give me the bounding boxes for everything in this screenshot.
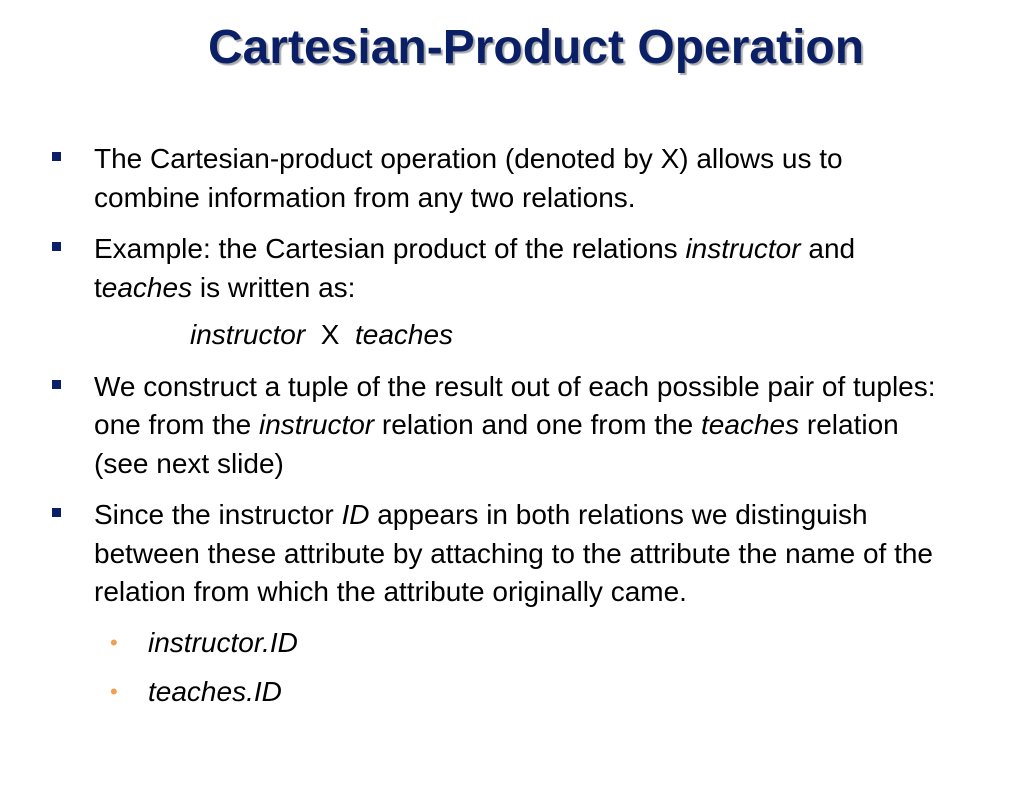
sub-bullet-list: • instructor.ID • teaches.ID: [52, 624, 952, 712]
sub-bullet-text: teaches.ID: [148, 676, 282, 707]
bullet-text-italic: instructor: [258, 409, 375, 440]
bullet-text-italic: instructor: [685, 233, 801, 264]
slide-title: Cartesian-Product Operation: [207, 21, 865, 74]
bullet-text-italic: ID: [341, 499, 370, 530]
bullet-item: Example: the Cartesian product of the re…: [52, 230, 952, 307]
sub-bullet-item: • teaches.ID: [52, 673, 952, 712]
bullet-item: Since the instructor ID appears in both …: [52, 496, 952, 712]
formula-left-operand: instructor: [190, 319, 306, 350]
square-bullet-icon: [52, 152, 61, 161]
bullet-text-italic: eaches: [101, 271, 193, 303]
bullet-text-part: Example: the Cartesian product of the re…: [94, 233, 686, 264]
bullet-text-italic: teaches: [701, 409, 800, 440]
formula-right-operand: teaches: [354, 319, 454, 350]
square-bullet-icon: [52, 242, 61, 251]
formula-line: instructor X teaches: [52, 316, 952, 355]
bullet-list: The Cartesian-product operation (denoted…: [52, 140, 952, 725]
formula-operator: X: [320, 319, 340, 350]
sub-bullet-text: instructor.ID: [148, 626, 298, 658]
bullet-text-part: Since the instructor: [94, 499, 342, 530]
bullet-text: The Cartesian-product operation (denoted…: [94, 143, 843, 213]
bullet-item: The Cartesian-product operation (denoted…: [52, 140, 952, 217]
bullet-text-part: relation and one from the: [374, 409, 702, 440]
dot-bullet-icon: •: [110, 679, 118, 704]
square-bullet-icon: [52, 379, 61, 389]
square-bullet-icon: [52, 508, 61, 517]
dot-bullet-icon: •: [110, 629, 118, 655]
bullet-text-part: is written as:: [192, 271, 356, 303]
sub-bullet-item: • instructor.ID: [52, 624, 952, 663]
bullet-item: We construct a tuple of the result out o…: [52, 368, 952, 484]
